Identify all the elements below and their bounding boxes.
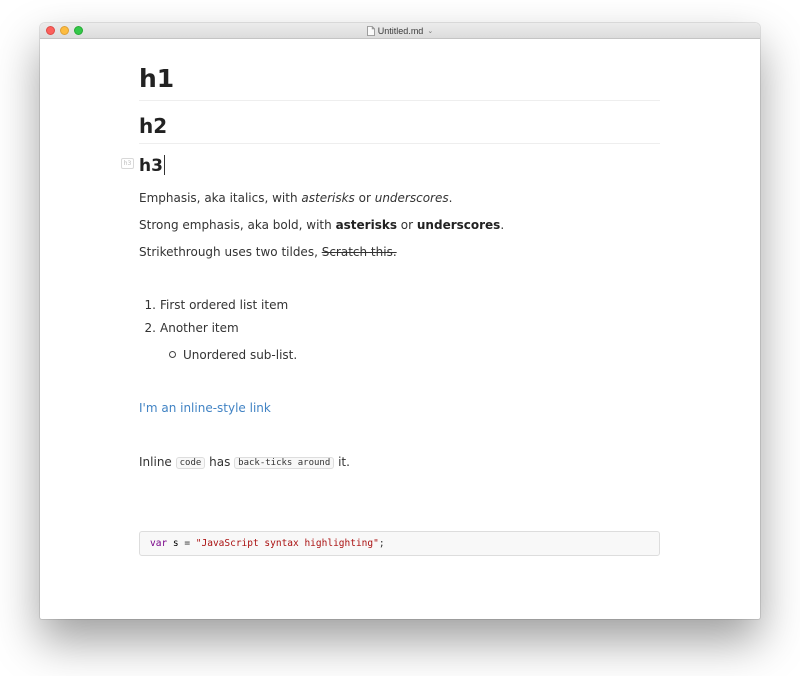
list-item-text: First ordered list item [160,298,289,312]
h3-marker[interactable]: h3 [121,158,134,169]
chevron-down-icon[interactable]: ⌄ [427,27,433,35]
strikethrough-prefix: Strikethrough uses two tildes, [139,245,322,259]
emphasis-suffix: . [448,191,453,205]
code-block[interactable]: var s = "JavaScript syntax highlighting"… [139,531,660,556]
inline-style-link[interactable]: I'm an inline-style link [139,399,271,417]
heading-1[interactable]: h1 [139,64,174,94]
h2-divider [139,143,660,144]
inline-code-mid: has [205,455,235,469]
emphasis-paragraph[interactable]: Emphasis, aka italics, with asterisks or… [139,189,452,207]
editor-window: Untitled.md ⌄ h1 h2 h3 h3 Emphasis, aka … [40,23,760,619]
inline-code-suffix: it. [334,455,350,469]
inline-code-paragraph[interactable]: Inline code has back-ticks around it. [139,453,350,472]
code-operator: = [178,538,196,549]
document-icon [366,25,375,36]
strong-suffix: . [500,218,505,232]
ordered-list-item[interactable]: 1. First ordered list item [139,296,289,314]
emphasis-italic-2: underscores [374,191,449,205]
emphasis-mid: or [354,191,375,205]
code-terminator: ; [378,538,385,549]
code-string: "JavaScript syntax highlighting" [195,538,379,549]
code-variable: s [167,538,179,549]
heading-3[interactable]: h3 [139,155,165,177]
emphasis-italic-1: asterisks [301,191,355,205]
hollow-bullet-icon [169,351,176,358]
heading-2[interactable]: h2 [139,113,167,139]
heading-3-text: h3 [139,156,163,176]
h1-divider [139,100,660,101]
strong-paragraph[interactable]: Strong emphasis, aka bold, with asterisk… [139,216,504,234]
strong-prefix: Strong emphasis, aka bold, with [139,218,336,232]
list-number: 2. [144,321,156,335]
code-keyword: var [150,538,168,549]
sublist-item-text: Unordered sub-list. [183,348,298,362]
window-title: Untitled.md [377,25,424,36]
title-bar[interactable]: Untitled.md ⌄ [40,23,760,39]
list-item-text: Another item [160,321,239,335]
strikethrough-paragraph[interactable]: Strikethrough uses two tildes, Scratch t… [139,243,397,261]
text-cursor [163,155,165,175]
ordered-list-item[interactable]: 2. Another item [139,319,239,337]
unordered-sublist-item[interactable]: Unordered sub-list. [169,346,297,364]
strikethrough-text: Scratch this. [321,245,397,259]
inline-code-1: code [175,457,206,469]
inline-code-2: back-ticks around [234,457,335,469]
inline-code-prefix: Inline [139,455,176,469]
strong-mid: or [396,218,417,232]
strong-bold-1: asterisks [335,218,397,232]
emphasis-prefix: Emphasis, aka italics, with [139,191,302,205]
window-title-group[interactable]: Untitled.md ⌄ [40,23,760,38]
list-number: 1. [144,298,156,312]
strong-bold-2: underscores [416,218,501,232]
